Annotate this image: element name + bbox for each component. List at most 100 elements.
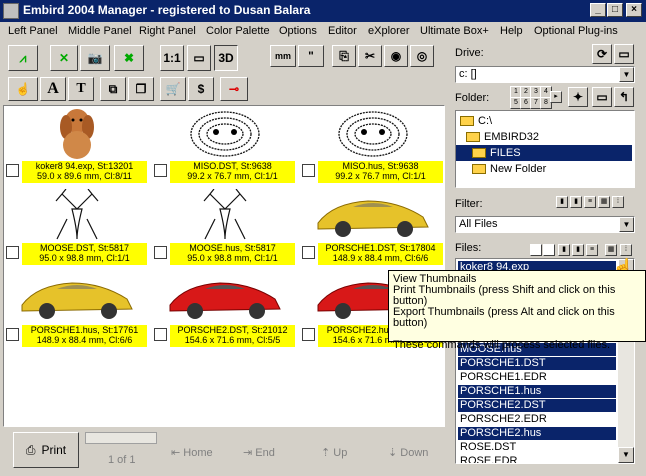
thumbnail-item[interactable]: PORSCHE1.DST, St:17804 148.9 x 88.4 mm, C… xyxy=(300,188,444,268)
menu-ultimate-box[interactable]: Ultimate Box+ xyxy=(420,25,489,37)
folder-item[interactable]: New Folder xyxy=(472,161,546,177)
pages-icon[interactable]: ❐ xyxy=(128,77,154,101)
end-button[interactable]: ⇥ End xyxy=(243,446,275,459)
thumbnail-checkbox[interactable] xyxy=(302,246,315,259)
drive-dropdown-arrow-icon[interactable]: ▼ xyxy=(619,67,634,82)
thumbnail-checkbox[interactable] xyxy=(6,164,19,177)
menu-right-panel[interactable]: Right Panel xyxy=(139,25,196,37)
zoom-1-1-button[interactable]: 1:1 xyxy=(160,45,184,71)
drive-select[interactable]: c: [] ▼ xyxy=(455,66,635,83)
text-tool-button[interactable]: A xyxy=(40,77,66,101)
thumbnail-checkbox[interactable] xyxy=(154,328,167,341)
file-list-item[interactable]: PORSCHE2.EDR xyxy=(458,413,616,426)
color-icon[interactable]: ▮ xyxy=(570,196,582,208)
close-button[interactable]: × xyxy=(626,3,642,17)
menu-color-palette[interactable]: Color Palette xyxy=(206,25,270,37)
menu-left-panel[interactable]: Left Panel xyxy=(8,25,58,37)
cat-embroidery-preview[interactable] xyxy=(308,106,438,160)
eye-icon[interactable]: ◉ xyxy=(384,45,408,67)
file-list-item[interactable]: PORSCHE2.hus xyxy=(458,427,616,440)
red-car-embroidery-preview[interactable] xyxy=(160,270,290,324)
up-button[interactable]: ⇡ Up xyxy=(321,446,347,459)
refresh-icon[interactable]: ⟳ xyxy=(592,44,612,64)
grid-icon[interactable]: ⁞ xyxy=(612,196,624,208)
print-button[interactable]: ⎙ Print xyxy=(13,432,79,468)
folder-icon[interactable]: ▭ xyxy=(592,87,612,107)
thumbnail-checkbox[interactable] xyxy=(6,328,19,341)
color-icon[interactable]: ▮ xyxy=(572,244,584,256)
file-list-item[interactable]: PORSCHE1.hus xyxy=(458,385,616,398)
list-icon[interactable]: ≡ xyxy=(584,196,596,208)
menu-optional-plugins[interactable]: Optional Plug-ins xyxy=(534,25,618,37)
thumbnail-checkbox[interactable] xyxy=(302,164,315,177)
dog-embroidery-preview[interactable] xyxy=(12,106,142,160)
scroll-down-icon[interactable]: ▼ xyxy=(618,447,634,463)
thumbnail-item[interactable]: MOOSE.hus, St:5817 95.0 x 98.8 mm, Cl:1/1 xyxy=(152,188,298,268)
thumbnails-icon[interactable]: ▦ xyxy=(605,244,617,256)
view-icon[interactable]: ▮ xyxy=(556,196,568,208)
folder-tree[interactable]: C:\ EMBIRD32 FILES New Folder xyxy=(455,110,635,188)
yellow-car-embroidery-preview[interactable] xyxy=(308,188,438,242)
copy-icon[interactable]: ⧉ xyxy=(100,77,126,101)
menu-help[interactable]: Help xyxy=(500,25,523,37)
filter-dropdown-arrow-icon[interactable]: ▼ xyxy=(619,217,634,232)
menu-options[interactable]: Options xyxy=(279,25,317,37)
filter-select[interactable]: All Files ▼ xyxy=(455,216,635,233)
scissors-icon[interactable]: ✂ xyxy=(358,45,382,67)
folder-up-icon[interactable]: ↰ xyxy=(614,87,634,107)
cart-icon[interactable]: 🛒 xyxy=(160,77,186,101)
folder-item[interactable]: C:\ xyxy=(460,113,492,129)
units-inch-button[interactable]: " xyxy=(298,45,324,67)
thumbnail-checkbox[interactable] xyxy=(6,246,19,259)
file-list-item[interactable]: PORSCHE1.EDR xyxy=(458,371,616,384)
home-button[interactable]: ⇤ Home xyxy=(171,446,213,459)
monitor-icon[interactable]: ▭ xyxy=(187,45,211,71)
thumbnail-checkbox[interactable] xyxy=(302,328,315,341)
view-3d-button[interactable]: 3D xyxy=(214,45,238,71)
file-list-item[interactable]: PORSCHE1.DST xyxy=(458,357,616,370)
folder-item[interactable]: EMBIRD32 xyxy=(466,129,539,145)
cat-embroidery-preview[interactable] xyxy=(160,106,290,160)
text-transform-button[interactable]: T xyxy=(68,77,94,101)
menu-editor[interactable]: Editor xyxy=(328,25,357,37)
moose-embroidery-preview[interactable] xyxy=(12,188,142,242)
file-list-item[interactable]: ROSE.DST xyxy=(458,441,616,454)
thumbnail-item[interactable]: MOOSE.DST, St:5817 95.0 x 98.8 mm, Cl:1/1 xyxy=(4,188,150,268)
units-mm-button[interactable]: mm xyxy=(270,45,296,67)
new-folder-icon[interactable]: ✦ xyxy=(568,87,588,107)
machine-icon[interactable]: ⎘ xyxy=(332,45,356,67)
batch-convert-button[interactable]: ✖ xyxy=(114,45,144,71)
hand-icon[interactable]: ☝ xyxy=(8,77,38,101)
key-icon[interactable]: ⊸ xyxy=(220,77,248,101)
folder-item-selected[interactable]: FILES xyxy=(456,145,632,161)
new-design-button[interactable]: ⩘ xyxy=(8,45,38,71)
yellow-car-embroidery-preview[interactable] xyxy=(12,270,142,324)
thumbnail-item[interactable]: PORSCHE2.DST, St:21012 154.6 x 71.6 mm, C… xyxy=(152,270,298,350)
list-icon[interactable]: ≡ xyxy=(586,244,598,256)
view-icon[interactable]: ▮ xyxy=(558,244,570,256)
eye-plus-icon[interactable]: ◎ xyxy=(410,45,434,67)
menu-middle-panel[interactable]: Middle Panel xyxy=(68,25,132,37)
camera-icon[interactable]: 📷 xyxy=(80,45,110,71)
checkbox-icon[interactable] xyxy=(543,244,555,256)
thumbnail-item[interactable]: koker8 94.exp, St:13201 59.0 x 89.6 mm, C… xyxy=(4,106,150,186)
moose-embroidery-preview[interactable] xyxy=(160,188,290,242)
page-scrollbar[interactable] xyxy=(85,432,157,444)
file-list-item[interactable]: ROSE.EDR xyxy=(458,455,616,463)
drive-icon[interactable]: ▭ xyxy=(614,44,634,64)
details-icon[interactable]: ▦ xyxy=(598,196,610,208)
thumbnail-checkbox[interactable] xyxy=(154,164,167,177)
menu-explorer[interactable]: eXplorer xyxy=(368,25,410,37)
thumbnail-item[interactable]: MISO.DST, St:9638 99.2 x 76.7 mm, Cl:1/1 xyxy=(152,106,298,186)
money-bag-icon[interactable]: $ xyxy=(188,77,214,101)
down-button[interactable]: ⇣ Down xyxy=(388,446,428,459)
thumbnail-checkbox[interactable] xyxy=(154,246,167,259)
convert-button[interactable]: ✕ xyxy=(50,45,78,71)
file-list-item[interactable]: PORSCHE2.DST xyxy=(458,399,616,412)
checkbox-icon[interactable] xyxy=(530,244,542,256)
maximize-button[interactable]: □ xyxy=(607,3,623,17)
minimize-button[interactable]: _ xyxy=(590,3,606,17)
grid-icon[interactable]: ⁞ xyxy=(620,244,632,256)
folder-shortcut-more-icon[interactable]: ▸ xyxy=(550,91,562,103)
thumbnail-item[interactable]: PORSCHE1.hus, St:17761 148.9 x 88.4 mm, C… xyxy=(4,270,150,350)
